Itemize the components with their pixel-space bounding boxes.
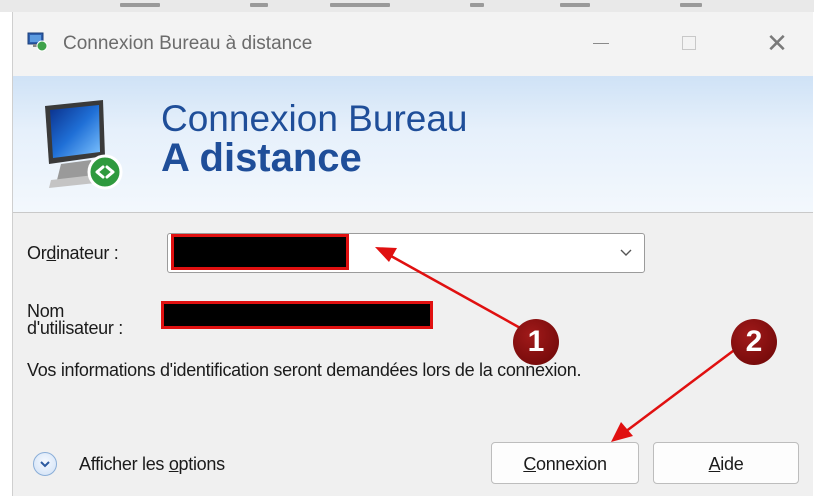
annotation-badge-1: 1 bbox=[513, 319, 559, 365]
arrow-2-line bbox=[624, 347, 738, 433]
remote-desktop-window: Connexion Bureau à distance ✕ Connexion … bbox=[12, 12, 813, 496]
arrow-2-head bbox=[611, 422, 633, 442]
arrow-1-line bbox=[390, 254, 532, 336]
annotation-badge-2: 2 bbox=[731, 319, 777, 365]
arrow-1-head bbox=[375, 247, 397, 262]
annotation-arrows bbox=[375, 247, 738, 442]
background-window-strip bbox=[0, 0, 814, 12]
